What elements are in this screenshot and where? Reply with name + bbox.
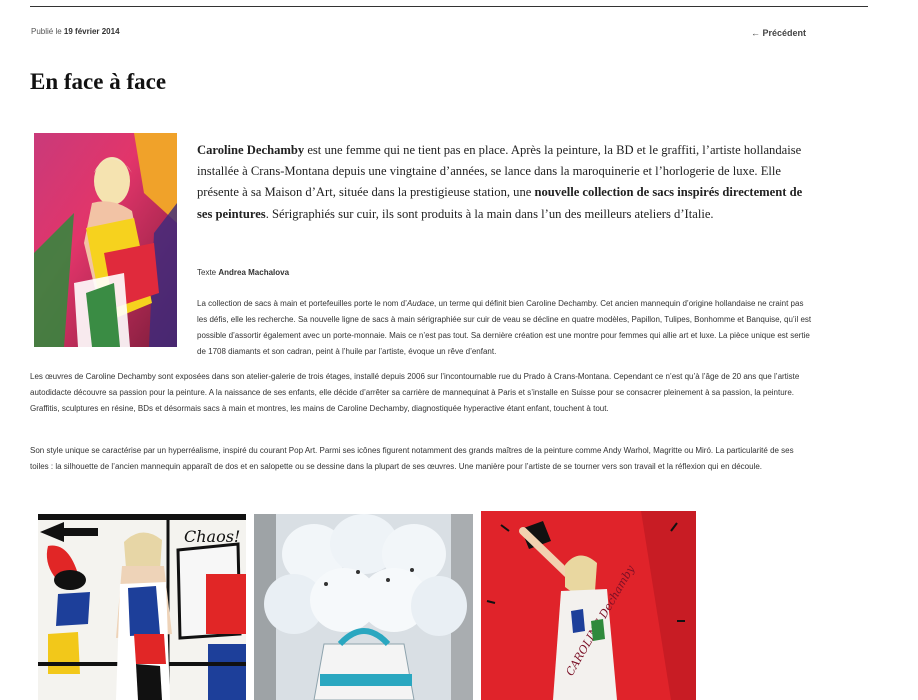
published-prefix: Publié le <box>31 27 62 36</box>
hero-image[interactable] <box>34 133 177 347</box>
gallery-image-3[interactable]: CAROLINE Dechamby <box>481 511 696 700</box>
gallery-image-2[interactable] <box>254 514 473 700</box>
p1-em: Audace <box>406 299 435 308</box>
paragraph-collection: La collection de sacs à main et portefeu… <box>197 296 812 360</box>
previous-post-link[interactable]: ← Précédent <box>751 28 806 38</box>
credit-author: Andrea Machalova <box>218 268 290 277</box>
gallery-image-1[interactable]: Chaos! <box>38 514 246 700</box>
author-credit: Texte Andrea Machalova <box>197 268 289 277</box>
gallery-image-1-caption: Chaos! <box>184 527 240 546</box>
lead-text-2: . Sérigraphiés sur cuir, ils sont produi… <box>265 206 714 221</box>
header-rule <box>30 6 868 7</box>
paragraph-gallery: Les œuvres de Caroline Dechamby sont exp… <box>30 372 800 413</box>
credit-prefix: Texte <box>197 268 217 277</box>
article-lead: Caroline Dechamby est une femme qui ne t… <box>197 140 812 225</box>
published-date[interactable]: 19 février 2014 <box>64 27 120 36</box>
article-title: En face à face <box>30 69 167 94</box>
post-meta: Publié le 19 février 2014 <box>31 27 120 36</box>
paragraph-style: Son style unique se caractérise par un h… <box>30 446 794 471</box>
artist-name: Caroline Dechamby <box>197 143 305 157</box>
p1-text-a: La collection de sacs à main et portefeu… <box>197 299 407 308</box>
